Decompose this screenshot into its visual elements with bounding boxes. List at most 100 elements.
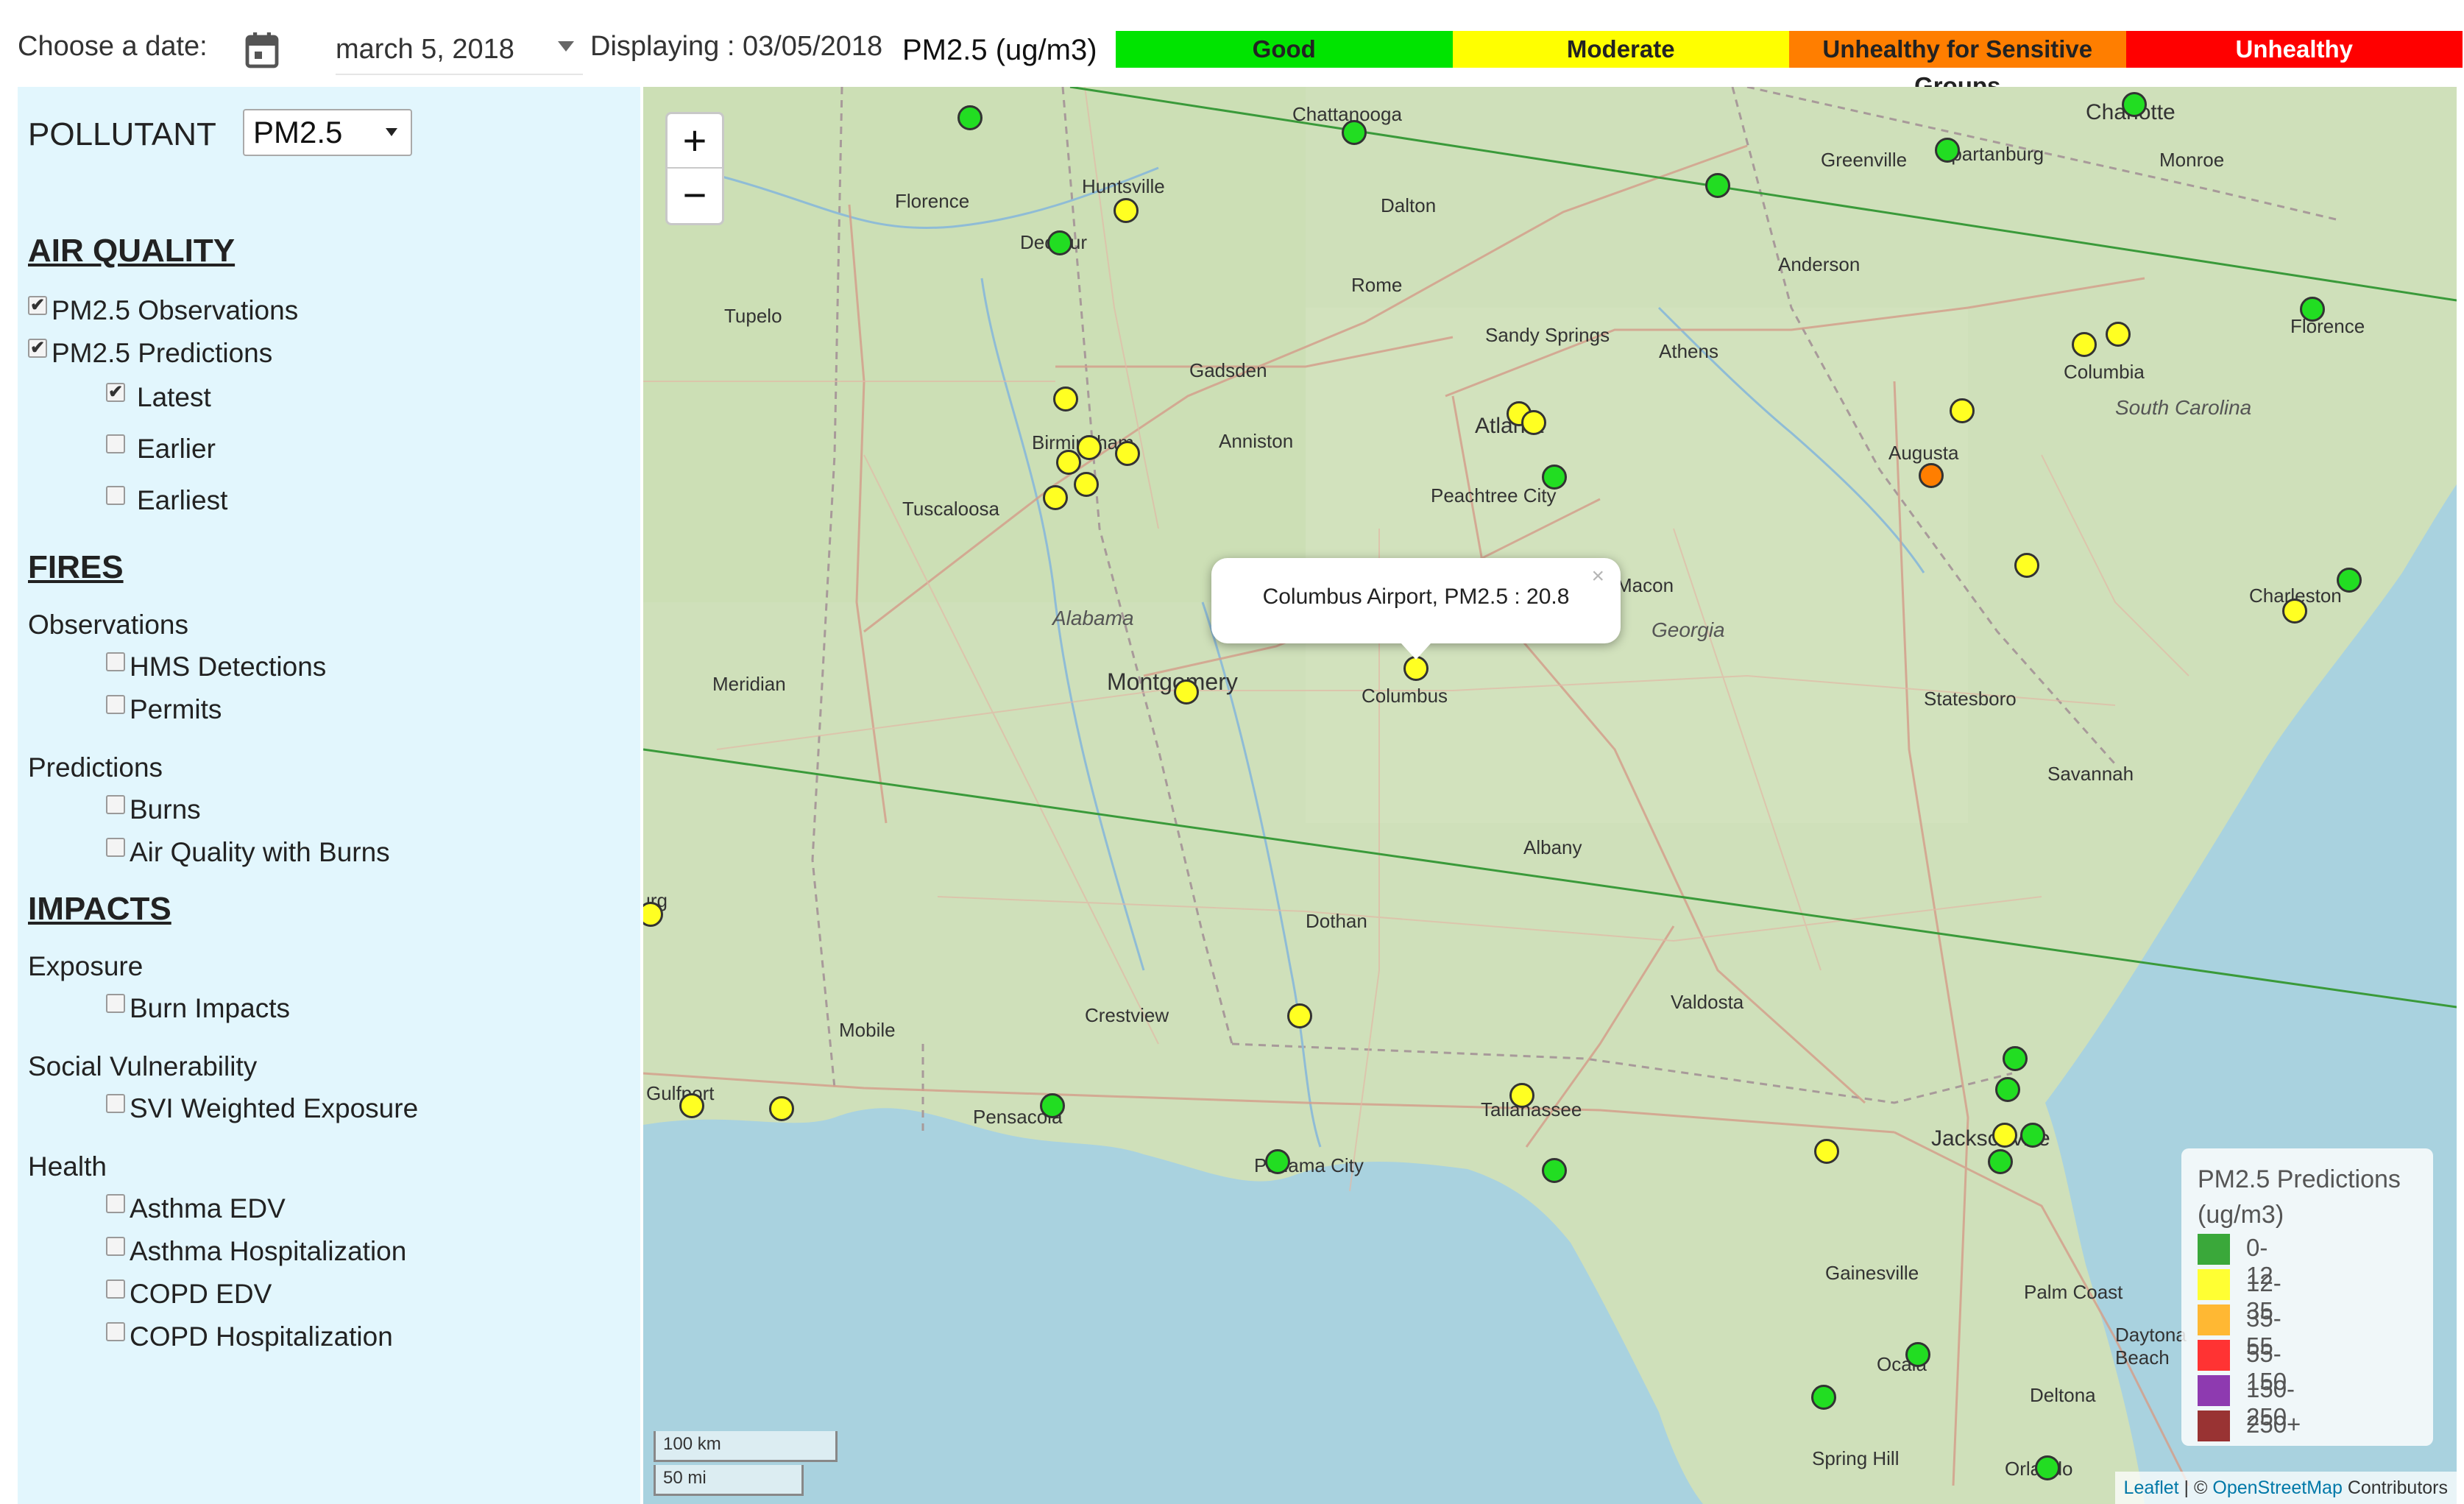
latest-checkbox[interactable]: ✔ [106, 383, 125, 402]
station-marker-moderate[interactable] [1114, 198, 1139, 223]
station-marker-good[interactable] [2035, 1455, 2060, 1480]
station-marker-good[interactable] [2003, 1046, 2028, 1071]
zoom-out-button[interactable]: − [665, 168, 724, 225]
station-marker-good[interactable] [957, 105, 983, 130]
zoom-in-button[interactable]: + [665, 112, 724, 169]
burn-impacts-checkbox[interactable] [106, 994, 125, 1013]
station-marker-good[interactable] [1542, 465, 1567, 490]
state-label: Alabama [1052, 607, 1134, 629]
city-label: Dothan [1306, 910, 1367, 932]
leaflet-link[interactable]: Leaflet [2124, 1477, 2179, 1498]
station-marker-moderate[interactable] [1056, 450, 1081, 475]
station-marker-moderate[interactable] [1509, 1083, 1534, 1108]
copd-hosp-checkbox[interactable] [106, 1322, 125, 1341]
earlier-label: Earlier [137, 434, 216, 464]
station-marker-moderate[interactable] [1992, 1123, 2017, 1148]
station-marker-good[interactable] [1265, 1149, 1290, 1174]
station-marker-good[interactable] [1047, 230, 1072, 255]
svi-checkbox[interactable] [106, 1094, 125, 1113]
station-marker-moderate[interactable] [679, 1093, 704, 1118]
chevron-down-icon[interactable] [558, 41, 574, 52]
social-vulnerability-label: Social Vulnerability [28, 1051, 258, 1081]
station-marker-good[interactable] [1988, 1149, 2013, 1174]
pollutant-selected-value: PM2.5 [253, 115, 343, 149]
city-label: Sandy Springs [1485, 324, 1610, 346]
asthma-edv-checkbox[interactable] [106, 1194, 125, 1213]
station-marker-moderate[interactable] [1115, 441, 1140, 466]
city-label: Statesboro [1924, 688, 2017, 710]
map-attribution: Leaflet | © OpenStreetMap Contributors [2114, 1472, 2457, 1504]
station-marker-good[interactable] [2300, 297, 2325, 322]
top-bar: Choose a date: Displaying : 03/05/2018 P… [0, 0, 2464, 99]
station-marker-moderate[interactable] [1053, 386, 1078, 412]
copd-edv-checkbox[interactable] [106, 1279, 125, 1299]
station-marker-moderate[interactable] [2106, 322, 2131, 347]
station-marker-moderate[interactable] [1077, 435, 1102, 460]
station-marker-usg[interactable] [1919, 463, 1944, 488]
legend: PM2.5 Predictions (ug/m3) 0-12 12-35 35-… [2181, 1148, 2433, 1446]
station-marker-good[interactable] [2020, 1123, 2045, 1148]
close-icon[interactable]: × [1591, 564, 1604, 589]
city-label: Rome [1351, 274, 1403, 296]
station-marker-good[interactable] [1542, 1158, 1567, 1183]
aqi-unhealthy: Unhealthy [2125, 31, 2463, 68]
hms-detections-checkbox[interactable] [106, 652, 125, 671]
date-input[interactable] [336, 25, 583, 75]
station-marker-good[interactable] [1811, 1385, 1836, 1410]
station-marker-moderate[interactable] [2072, 332, 2097, 357]
fires-predictions-label: Predictions [28, 752, 163, 783]
burns-checkbox[interactable] [106, 795, 125, 814]
station-marker-moderate[interactable] [1521, 410, 1546, 435]
station-marker-good[interactable] [1995, 1077, 2020, 1102]
popup-text: Columbus Airport, PM2.5 : 20.8 [1262, 585, 1570, 609]
legend-swatch [2198, 1340, 2230, 1371]
station-marker-moderate[interactable] [1287, 1003, 1312, 1028]
pollutant-unit-label: PM2.5 (ug/m3) [902, 34, 1097, 66]
pollutant-select[interactable]: PM2.5 [243, 109, 412, 156]
city-label: Monroe [2159, 149, 2225, 171]
station-marker-moderate[interactable] [1174, 679, 1199, 705]
station-marker-moderate[interactable] [1814, 1139, 1839, 1164]
city-label: Columbia [2064, 361, 2145, 383]
city-label: Tupelo [724, 305, 782, 327]
city-label: Crestview [1085, 1004, 1169, 1026]
city-label: Anniston [1219, 430, 1294, 452]
station-marker-moderate[interactable] [1950, 398, 1975, 423]
osm-link[interactable]: OpenStreetMap [2212, 1477, 2343, 1498]
station-marker-moderate[interactable] [1074, 472, 1099, 497]
station-marker-good[interactable] [1705, 173, 1730, 198]
station-marker-moderate[interactable] [2282, 599, 2307, 624]
state-label: South Carolina [2115, 396, 2252, 419]
station-marker-moderate[interactable] [769, 1096, 794, 1121]
asthma-hosp-checkbox[interactable] [106, 1237, 125, 1256]
station-marker-moderate[interactable] [1043, 485, 1068, 510]
station-marker-good[interactable] [1935, 138, 1960, 163]
attribution-contributors: Contributors [2342, 1477, 2448, 1498]
pm25-observations-checkbox[interactable]: ✔ [28, 296, 47, 315]
station-marker-good[interactable] [2122, 92, 2147, 117]
legend-swatch [2198, 1269, 2230, 1300]
copd-edv-label: COPD EDV [130, 1279, 272, 1309]
city-label: Anderson [1778, 253, 1861, 275]
pm25-predictions-checkbox[interactable]: ✔ [28, 339, 47, 358]
station-marker-good[interactable] [1905, 1342, 1930, 1367]
earlier-checkbox[interactable] [106, 434, 125, 453]
aq-with-burns-checkbox[interactable] [106, 838, 125, 857]
asthma-hosp-label: Asthma Hospitalization [130, 1236, 407, 1266]
scale-bar-km: 100 km [654, 1431, 838, 1462]
map[interactable]: Alabama Georgia South Carolina Chattanoo… [643, 87, 2457, 1504]
station-marker-good[interactable] [1040, 1093, 1065, 1118]
scale-bar-mi: 50 mi [654, 1465, 804, 1496]
city-label: Valdosta [1671, 991, 1744, 1013]
station-marker-moderate[interactable] [1403, 656, 1429, 681]
city-label: Greenville [1821, 149, 1908, 171]
city-label: Savannah [2047, 763, 2134, 785]
earliest-checkbox[interactable] [106, 486, 125, 505]
station-marker-moderate[interactable] [2014, 553, 2039, 578]
permits-checkbox[interactable] [106, 695, 125, 714]
city-label: Florence [2290, 315, 2365, 337]
state-label: Georgia [1651, 618, 1725, 641]
station-marker-good[interactable] [2337, 568, 2362, 593]
calendar-icon[interactable] [244, 31, 280, 69]
station-marker-good[interactable] [1342, 120, 1367, 145]
